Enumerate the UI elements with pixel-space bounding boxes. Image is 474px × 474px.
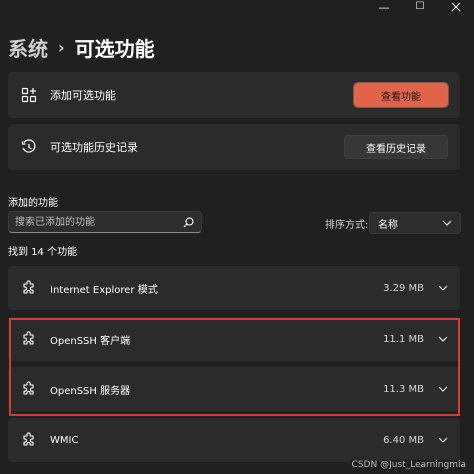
close-button[interactable] [438,0,474,14]
chevron-down-icon[interactable] [436,332,450,346]
feature-row[interactable]: OpenSSH 服务器 11.3 MB [8,367,460,411]
chevron-down-icon [442,220,452,226]
feature-name: OpenSSH 服务器 [50,385,131,397]
feature-history-card: 可选功能历史记录 查看历史记录 [8,124,460,170]
sort-dropdown[interactable]: 名称 [369,212,461,234]
feature-row[interactable]: WMIC 6.40 MB [8,418,460,462]
chevron-down-icon[interactable] [436,433,450,447]
puzzle-icon [20,431,38,449]
breadcrumb: 系统 › 可选功能 [8,33,155,61]
puzzle-icon [20,380,38,398]
view-history-button[interactable]: 查看历史记录 [344,135,448,159]
puzzle-icon [20,330,38,348]
minimize-button[interactable]: — [366,0,402,14]
page-title: 可选功能 [74,36,155,61]
feature-row[interactable]: Internet Explorer 模式 3.29 MB [8,266,460,310]
add-feature-icon [20,86,38,104]
chevron-down-icon[interactable] [436,382,450,396]
feature-name: Internet Explorer 模式 [50,284,158,296]
feature-size: 3.29 MB [383,282,424,294]
maximize-button[interactable]: ☐ [402,0,438,14]
found-count: 找到 14 个功能 [8,247,78,258]
view-features-button[interactable]: 查看功能 [353,82,449,108]
chevron-down-icon[interactable] [436,281,450,295]
sort-label: 排序方式: [325,220,369,231]
add-feature-card: 添加可选功能 查看功能 [8,72,460,118]
feature-row[interactable]: OpenSSH 客户端 11.1 MB [8,317,460,361]
history-icon [20,138,38,156]
sort-value: 名称 [378,219,398,231]
maximize-icon: ☐ [415,1,425,12]
section-title: 添加的功能 [8,198,58,209]
search-icon[interactable] [179,213,197,231]
feature-history-label: 可选功能历史记录 [50,141,138,154]
feature-name: OpenSSH 客户端 [50,335,131,347]
breadcrumb-parent-link[interactable]: 系统 [8,33,48,62]
breadcrumb-separator: › [58,37,65,57]
feature-name: WMIC [50,434,79,446]
watermark: CSDN @Just_Learningmia [349,460,468,470]
close-icon [451,2,461,12]
feature-size: 11.3 MB [383,383,424,395]
search-box[interactable] [8,211,202,233]
title-bar-controls: — ☐ [366,0,474,14]
settings-window: — ☐ 系统 › 可选功能 添加可选功能 查看功能 可选功能历史记录 查看历史记… [0,0,474,474]
search-input[interactable] [9,213,179,231]
minimize-icon: — [378,0,390,14]
feature-size: 6.40 MB [383,434,424,446]
add-feature-label: 添加可选功能 [50,89,116,102]
puzzle-icon [20,279,38,297]
feature-size: 11.1 MB [383,333,424,345]
